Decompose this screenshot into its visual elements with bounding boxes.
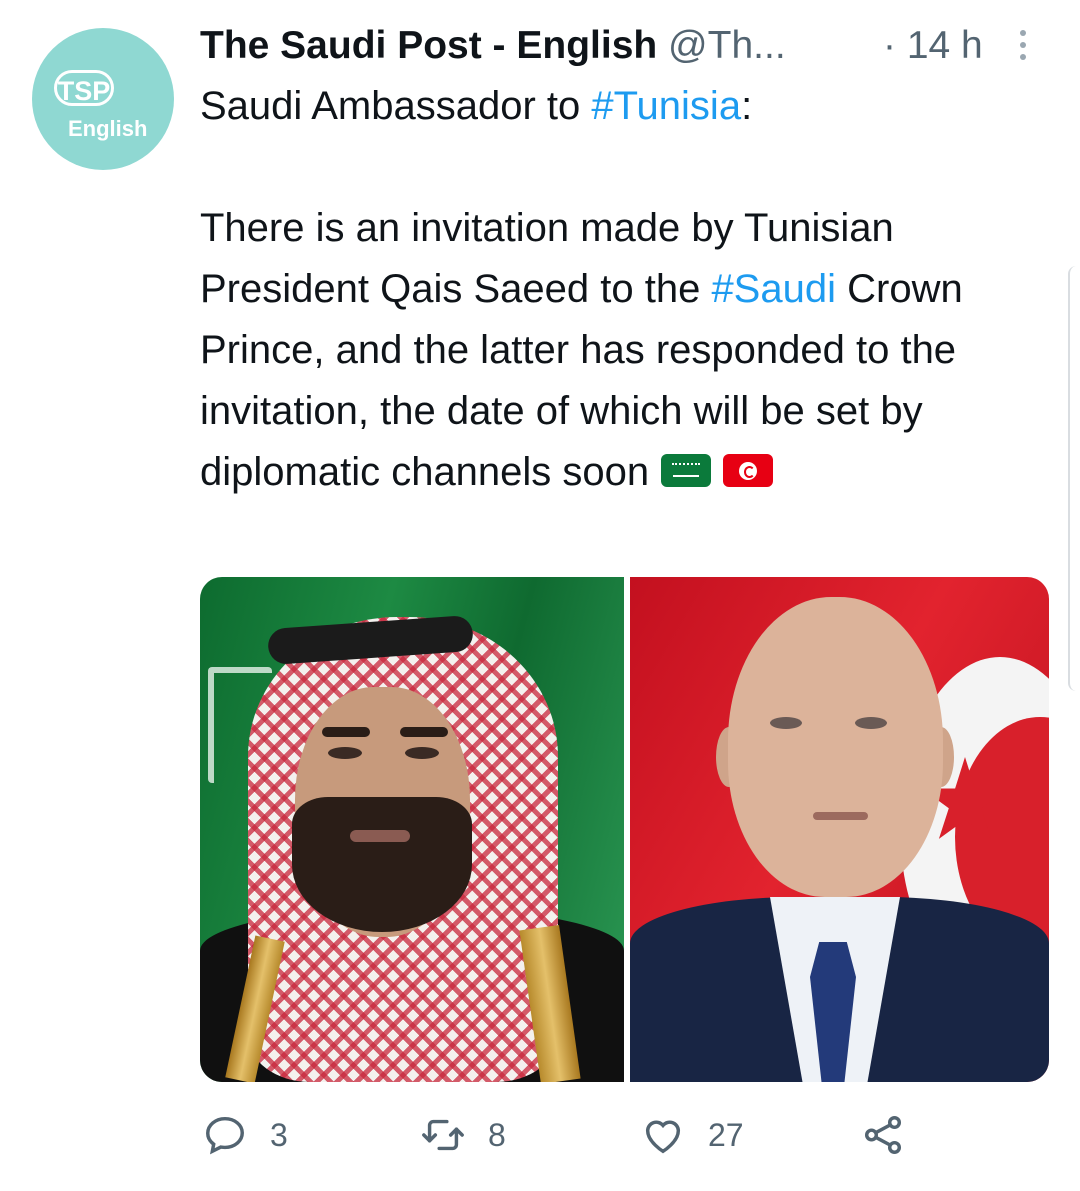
tweet-text: Saudi Ambassador to #Tunisia: There is a… — [200, 76, 1050, 503]
avatar-subtitle: English — [68, 116, 148, 141]
tweet-actions: 3 8 27 — [200, 1105, 1049, 1165]
tweet-header: The Saudi Post - English @Th... · 14 h — [200, 20, 1040, 72]
avatar-logo-text: TSP — [54, 70, 114, 106]
retweet-count: 8 — [488, 1116, 506, 1153]
saudi-arabia-flag-icon — [661, 454, 712, 487]
account-name[interactable]: The Saudi Post - English — [200, 24, 657, 67]
tweet-text-part: Saudi Ambassador to — [200, 84, 592, 128]
scrollbar[interactable] — [1068, 266, 1080, 691]
tunisia-flag-icon — [723, 454, 774, 487]
more-options-icon[interactable] — [1020, 30, 1028, 62]
photo-saudi-crown-prince[interactable] — [200, 577, 624, 1082]
like-button[interactable]: 27 — [640, 1105, 744, 1165]
share-button[interactable] — [860, 1105, 906, 1165]
reply-button[interactable]: 3 — [202, 1105, 288, 1165]
retweet-icon — [422, 1119, 464, 1151]
tweet-first-line: Saudi Ambassador to #Tunisia: — [200, 76, 1050, 137]
heart-icon — [645, 1120, 681, 1154]
tweet-timestamp[interactable]: · 14 h — [883, 20, 983, 72]
avatar[interactable]: TSP English — [32, 28, 174, 170]
reply-icon — [206, 1116, 244, 1155]
reply-count: 3 — [270, 1116, 288, 1153]
tweet-text-part: : — [741, 84, 753, 128]
share-icon — [864, 1116, 902, 1154]
hashtag-tunisia[interactable]: #Tunisia — [591, 84, 741, 128]
like-count: 27 — [708, 1116, 744, 1153]
account-handle[interactable]: @Th... — [668, 24, 786, 67]
retweet-button[interactable]: 8 — [420, 1105, 506, 1165]
tweet-body: There is an invitation made by Tunisian … — [200, 198, 1050, 503]
photo-tunisian-president[interactable] — [630, 577, 1049, 1082]
hashtag-saudi[interactable]: #Saudi — [711, 267, 836, 311]
tweet-media[interactable] — [200, 577, 1049, 1082]
